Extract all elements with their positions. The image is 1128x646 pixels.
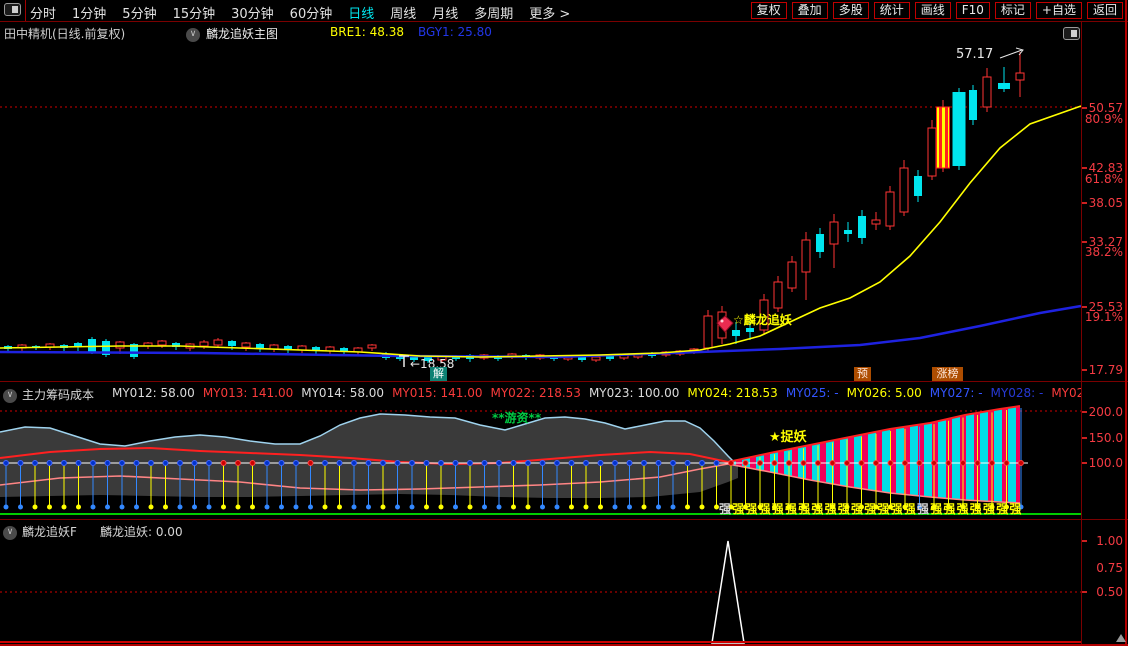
indicator-value: MY026: 5.00 xyxy=(846,386,922,400)
jie-badge[interactable]: 解 xyxy=(430,367,447,381)
axis-label: 150.0 xyxy=(1088,431,1123,445)
strong-signal-char: 强 xyxy=(1009,502,1022,516)
axis-label: 38.05 xyxy=(1088,196,1123,210)
panel2-indicator-values: MY012: 58.00 MY013: 141.00 MY014: 58.00 MY0… xyxy=(112,386,1081,400)
axis-tick xyxy=(1082,462,1087,464)
strong-signal-char: 强 xyxy=(719,502,732,516)
strong-signal-char: 强 xyxy=(983,502,996,516)
zhuoyao-label: ★捉妖 xyxy=(769,430,807,445)
window-right-border xyxy=(1125,0,1127,646)
indicator-value: MY027: - xyxy=(929,386,983,400)
indicator-value: MY028: - xyxy=(990,386,1044,400)
strong-signal-char: 强 xyxy=(745,502,758,516)
panel3-title[interactable]: 麟龙追妖F xyxy=(22,523,77,540)
main-chart-canvas[interactable] xyxy=(0,0,1082,382)
gainers-badge[interactable]: 涨榜 xyxy=(932,367,963,381)
axis-label: 0.50 xyxy=(1096,585,1123,599)
strong-signal-char: 强 xyxy=(837,502,850,516)
forecast-badge[interactable]: 预 xyxy=(854,367,871,381)
axis-label: 0.75 xyxy=(1096,561,1123,575)
indicator-value: MY025: - xyxy=(785,386,839,400)
strong-signal-char: 强 xyxy=(969,502,982,516)
panel-divider-2 xyxy=(0,519,1128,520)
axis-label: 200.0 xyxy=(1088,405,1123,419)
indicator-value: MY024: 218.53 xyxy=(687,386,778,400)
axis-label: 19.1% xyxy=(1084,310,1123,324)
axis-label: 38.2% xyxy=(1084,245,1123,259)
scroll-up-arrow[interactable] xyxy=(1116,634,1126,642)
strong-signal-char: 强 xyxy=(811,502,824,516)
zhuiyao-signal-label: ☆麟龙追妖 xyxy=(733,313,792,327)
panel3-value: 麟龙追妖: 0.00 xyxy=(100,525,183,539)
indicator-value: MY023: 100.00 xyxy=(588,386,680,400)
axis-tick xyxy=(1082,411,1087,413)
strong-signal-char: 强 xyxy=(956,502,969,516)
axis-label: 1.00 xyxy=(1096,534,1123,548)
axis-tick xyxy=(1082,241,1087,243)
axis-tick xyxy=(1082,306,1087,308)
indicator-value: MY012: 58.00 xyxy=(112,386,195,400)
axis-tick xyxy=(1082,167,1087,169)
strong-signal-char: 强 xyxy=(851,502,864,516)
strong-signal-char: 强 xyxy=(824,502,837,516)
chevron-down-icon[interactable]: ∨ xyxy=(3,522,17,541)
axis-tick xyxy=(1082,591,1087,593)
back-button[interactable]: 返回 xyxy=(1086,2,1123,19)
axis-tick xyxy=(1082,107,1087,109)
panel-divider-1 xyxy=(0,381,1128,382)
strong-signal-char: 强 xyxy=(943,502,956,516)
axis-label: 17.79 xyxy=(1088,363,1123,377)
strong-signal-char: 强 xyxy=(785,502,798,516)
strong-signal-char: 强 xyxy=(864,502,877,516)
axis-border xyxy=(1081,22,1082,645)
strong-signal-char: 强 xyxy=(903,502,916,516)
strong-signal-char: 强 xyxy=(758,502,771,516)
strong-signal-char: 强 xyxy=(732,502,745,516)
axis-label: 80.9% xyxy=(1084,112,1123,126)
axis-label: 100.0 xyxy=(1088,456,1123,470)
strong-signal-char: 强 xyxy=(930,502,943,516)
strong-signal-char: 强 xyxy=(877,502,890,516)
axis-tick xyxy=(1082,202,1087,204)
strong-signal-char: 强 xyxy=(771,502,784,516)
axis-tick xyxy=(1082,540,1087,542)
strong-signal-char: 强 xyxy=(996,502,1009,516)
hot-money-label: **游资** xyxy=(492,411,542,425)
indicator-value: MY029: 100.00 xyxy=(1051,386,1081,400)
axis-tick xyxy=(1082,369,1087,371)
indicator-value: MY015: 141.00 xyxy=(392,386,483,400)
indicator-value: MY022: 218.53 xyxy=(490,386,581,400)
indicator-value: MY013: 141.00 xyxy=(202,386,294,400)
strong-signal-char: 强 xyxy=(798,502,811,516)
app-window: 分时 1分钟 5分钟 15分钟 30分钟 60分钟 日线 周线 月线 多周期 更多 > 复权 叠加 多股… xyxy=(0,0,1128,646)
indicator-value: MY014: 58.00 xyxy=(301,386,385,400)
strong-signal-char: 强 xyxy=(917,502,930,516)
peak-price-label: 57.17 xyxy=(956,47,994,62)
axis-label: 61.8% xyxy=(1084,172,1123,186)
axis-tick xyxy=(1082,437,1087,439)
signal-chart-canvas[interactable] xyxy=(0,540,1082,646)
strong-signal-char: 强 xyxy=(890,502,903,516)
